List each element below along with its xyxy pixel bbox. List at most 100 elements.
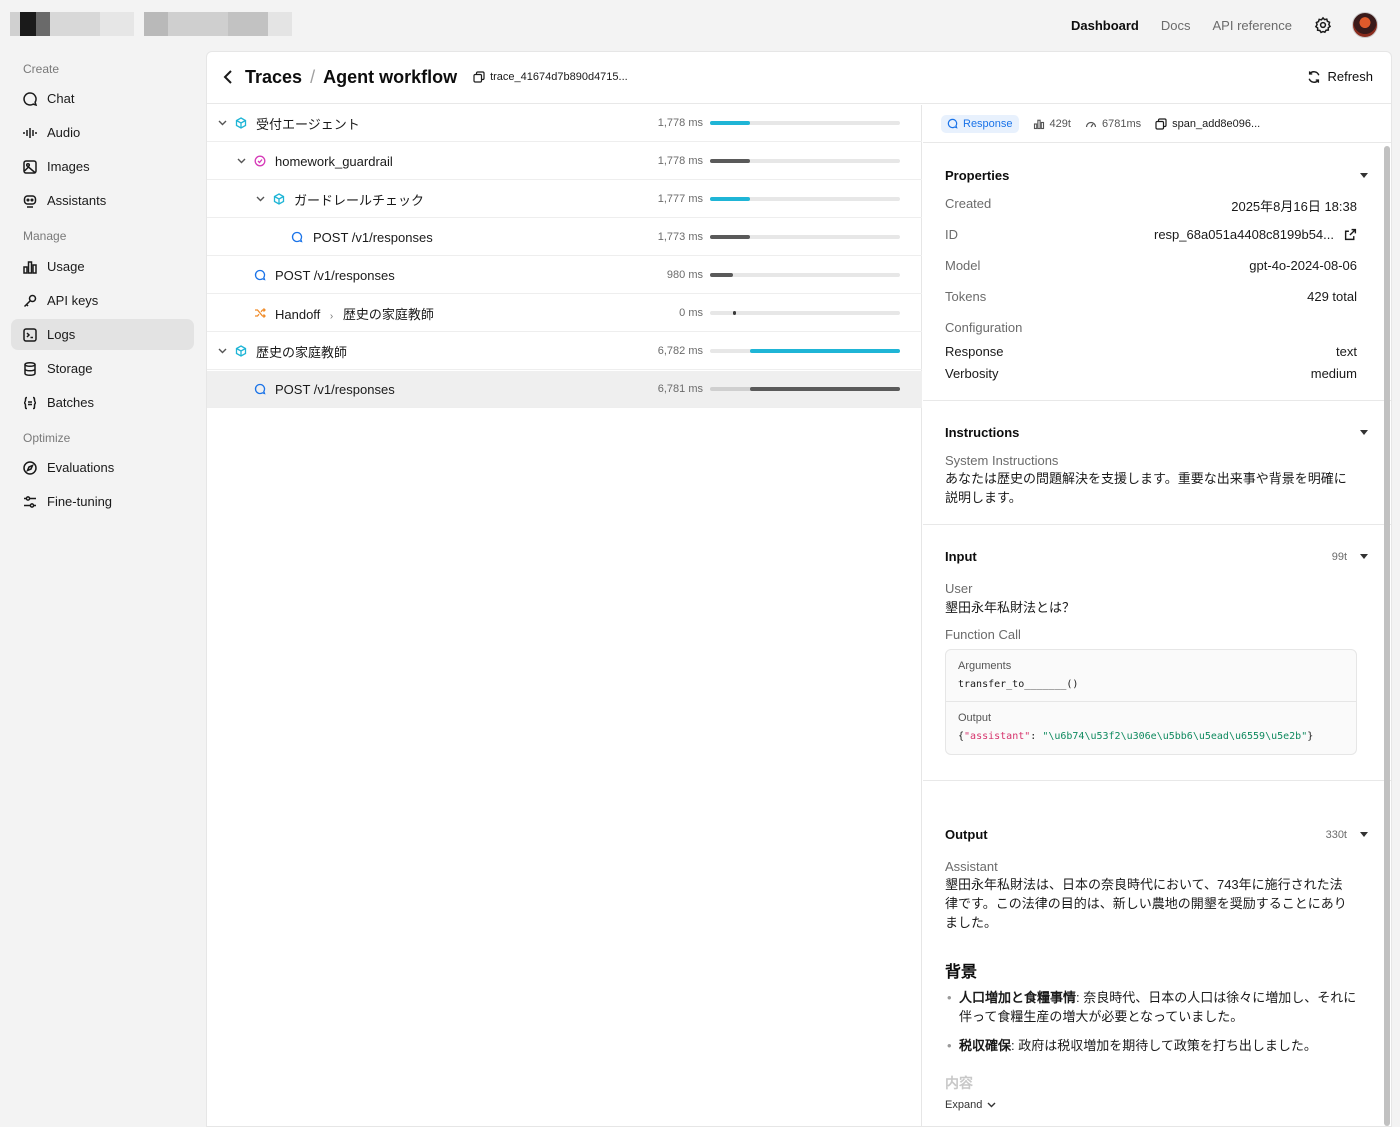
span-type-badge: Response (941, 114, 1019, 133)
assistant-message: 墾田永年私財法は、日本の奈良時代において、743年に施行された法律です。この法律… (945, 877, 1347, 930)
timeline-bar (710, 387, 900, 391)
system-instructions-label: System Instructions (945, 453, 1059, 468)
response-id: resp_68a051a4408c8199b54... (1154, 227, 1334, 242)
tree-row[interactable]: 受付エージェント 1,778 ms (207, 105, 922, 142)
arguments-block: Arguments transfer_to_______() (946, 650, 1356, 702)
caret-down-icon[interactable] (1359, 551, 1369, 561)
user-message: 墾田永年私財法とは？ (945, 600, 1076, 615)
properties-section: Properties Created 2025年8月16日 18:38 ID res… (923, 144, 1391, 401)
span-id: span_add8e096... (1172, 117, 1261, 130)
sidebar-item-api-keys[interactable]: API keys (11, 285, 194, 316)
sidebar-item-logs[interactable]: Logs (11, 319, 194, 350)
settings-gear-icon[interactable] (1314, 16, 1332, 34)
sidebar-item-label: Audio (47, 125, 81, 140)
sidebar-item-assistants[interactable]: Assistants (11, 185, 194, 216)
refresh-label: Refresh (1327, 69, 1373, 84)
sidebar-item-evaluations[interactable]: Evaluations (11, 452, 194, 483)
verbosity-value: medium (1310, 366, 1357, 381)
response-value: text (1336, 344, 1357, 359)
sidebar: Create Chat Audio Images Assistants Mana… (0, 50, 205, 1127)
sidebar-item-storage[interactable]: Storage (11, 353, 194, 384)
expand-label: Expand (945, 1099, 983, 1111)
response-bubble-icon (947, 118, 958, 129)
tree-row[interactable]: homework_guardrail 1,778 ms (207, 143, 922, 180)
bullet-bold: 人口増加と食糧事情 (959, 990, 1077, 1005)
back-chevron-icon[interactable] (223, 66, 239, 88)
tokens-row: Tokens 429 total (945, 289, 1357, 304)
chevron-down-icon[interactable] (254, 193, 266, 205)
trace-id: trace_41674d7b890d4715... (490, 71, 628, 83)
bar-chart-icon (1033, 119, 1044, 129)
output-section: Output 330t Assistant 墾田永年私財法は、日本の奈良時代にお… (923, 781, 1391, 1126)
sidebar-item-audio[interactable]: Audio (11, 117, 194, 148)
timeline-bar-fill (710, 159, 750, 163)
verbosity-row: Verbosity medium (945, 366, 1357, 381)
caret-down-icon[interactable] (1359, 829, 1369, 839)
nav-docs[interactable]: Docs (1161, 18, 1191, 33)
gauge-icon (1085, 121, 1097, 127)
trace-id-copy[interactable]: trace_41674d7b890d4715... (473, 71, 628, 83)
created-row: Created 2025年8月16日 18:38 (945, 196, 1357, 215)
sidebar-item-batches[interactable]: Batches (11, 387, 194, 418)
robot-icon (22, 193, 38, 209)
agent-cube-icon (234, 344, 248, 358)
timeline-bar (710, 273, 900, 277)
caret-down-icon[interactable] (1359, 170, 1369, 180)
tree-row[interactable]: POST /v1/responses 6,781 ms (207, 371, 922, 408)
image-icon (22, 159, 38, 175)
waveform-icon (22, 125, 38, 141)
tree-row[interactable]: 歴史の家庭教師 6,782 ms (207, 333, 922, 370)
database-icon (22, 361, 38, 377)
verbosity-label: Verbosity (945, 366, 999, 381)
org-logo[interactable] (10, 12, 292, 36)
chevron-down-icon[interactable] (216, 345, 228, 357)
timeline-bar-fill (710, 235, 750, 239)
tree-row[interactable]: ガードレールチェック 1,777 ms (207, 181, 922, 218)
arguments-code: transfer_to_______() (958, 679, 1079, 690)
span-id-copy[interactable]: span_add8e096... (1155, 118, 1260, 130)
timeline-bar (710, 159, 900, 163)
chevron-down-icon[interactable] (216, 117, 228, 129)
tree-row-duration: 1,773 ms (657, 231, 703, 243)
nav-dashboard[interactable]: Dashboard (1071, 18, 1139, 33)
output-title: Output (945, 827, 988, 842)
tree-row-duration: 6,782 ms (657, 345, 703, 357)
sidebar-item-chat[interactable]: Chat (11, 83, 194, 114)
sidebar-item-images[interactable]: Images (11, 151, 194, 182)
tokens-value: 429 total (1307, 289, 1357, 304)
sidebar-item-fine-tuning[interactable]: Fine-tuning (11, 486, 194, 517)
nav-api-reference[interactable]: API reference (1213, 18, 1293, 33)
tree-row[interactable]: POST /v1/responses 980 ms (207, 257, 922, 294)
detail-scrollbar[interactable] (1384, 146, 1390, 1126)
function-call-box: Arguments transfer_to_______() Output {"… (945, 649, 1357, 755)
refresh-button[interactable]: Refresh (1307, 69, 1373, 84)
breadcrumb-separator: / (310, 66, 316, 87)
arguments-label: Arguments (958, 660, 1012, 672)
sidebar-item-label: API keys (47, 293, 99, 308)
duration-value: 6781ms (1101, 117, 1142, 130)
configuration-label: Configuration (945, 320, 1023, 335)
chevron-down-icon[interactable] (235, 155, 247, 167)
sidebar-item-label: Chat (47, 91, 75, 106)
user-avatar[interactable] (1352, 12, 1378, 38)
breadcrumb-traces-link[interactable]: Traces (245, 67, 302, 88)
tree-row-label: 歴史の家庭教師 (256, 344, 348, 360)
section-create: Create (23, 62, 60, 76)
external-link-icon[interactable] (1344, 228, 1357, 241)
bullet-bold: 税収確保 (959, 1038, 1012, 1053)
timeline-bar-fill (732, 311, 736, 315)
user-role-label: User (945, 581, 973, 596)
json-value: "\u6b74\u53f2\u306e\u5bb6\u5ead\u6559\u5… (1042, 731, 1308, 742)
output-bullet: 税収確保: 政府は税収増加を期待して政策を打ち出しました。 (947, 1036, 1357, 1055)
tree-row[interactable]: Handoff › 歴史の家庭教師 0 ms (207, 295, 922, 332)
output-bullet: 人口増加と食糧事情: 奈良時代、日本の人口は徐々に増加し、それに伴って食糧生産の… (947, 988, 1357, 1026)
sidebar-item-usage[interactable]: Usage (11, 251, 194, 282)
system-instructions-text: あなたは歴史の問題解決を支援します。重要な出来事や背景を明確に説明します。 (945, 471, 1347, 505)
expand-button[interactable]: Expand (945, 1099, 996, 1111)
id-row: ID resp_68a051a4408c8199b54... (945, 227, 1357, 242)
timeline-bar (710, 311, 900, 315)
tree-row[interactable]: POST /v1/responses 1,773 ms (207, 219, 922, 256)
span-detail-panel: Response 429t 6781ms span_add8e096... Pr… (923, 105, 1391, 1126)
caret-down-icon[interactable] (1359, 427, 1369, 437)
timeline-bar-fill (710, 197, 750, 201)
